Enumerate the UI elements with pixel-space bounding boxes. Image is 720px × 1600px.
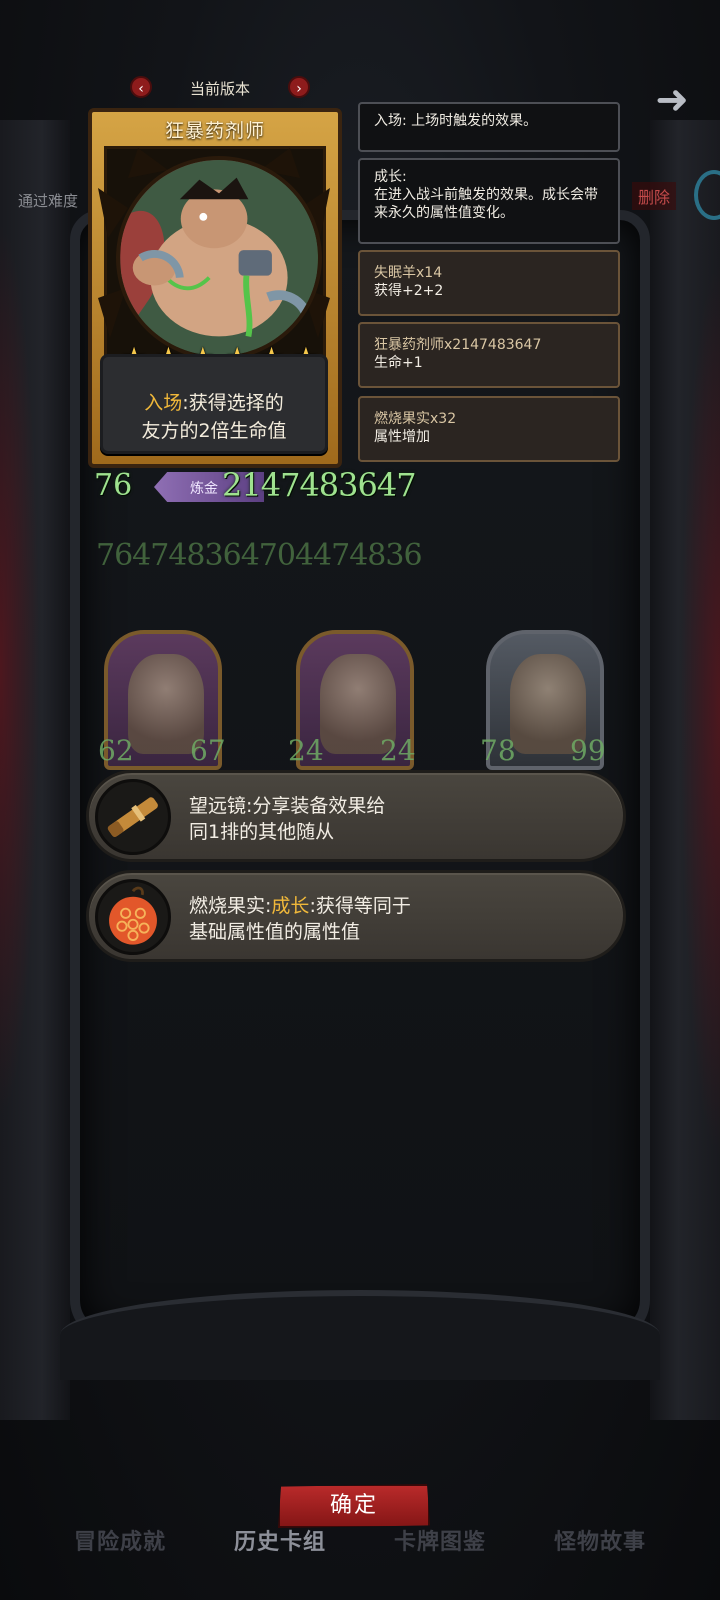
minion-attack: 24 [288, 734, 324, 767]
card-desc-keyword: 入场 [144, 392, 183, 414]
card-description: 入场:获得选择的 友方的2倍生命值 [103, 389, 325, 445]
card-desc-line2: 友方的2倍生命值 [141, 420, 287, 442]
minion-health: 24 [380, 734, 416, 767]
version-selector: ‹ 当前版本 › [130, 76, 310, 100]
buff-effect: 获得+2+2 [374, 283, 444, 299]
equipment-desc-line2: 基础属性值的属性值 [189, 921, 361, 943]
equipment-name: 燃烧果实 [189, 895, 266, 917]
equipment-row[interactable]: 燃烧果实:成长:获得等同于 基础属性值的属性值 [86, 870, 626, 962]
right-red-glow [680, 260, 720, 1160]
burning-fruit-icon [95, 879, 171, 955]
equipment-row[interactable]: 望远镜:分享装备效果给 同1排的其他随从 [86, 770, 626, 862]
buff-source: 失眠羊x14 [374, 265, 443, 281]
card-health: 2147483647 [222, 466, 417, 504]
difficulty-label: 通过难度 [18, 192, 79, 210]
card-portrait [116, 156, 322, 360]
tooltip-title: 成长: [374, 169, 407, 185]
tooltip-text: 入场: 上场时触发的效果。 [374, 113, 538, 129]
minion-attack: 62 [98, 734, 134, 767]
left-red-glow [0, 220, 40, 1120]
card-description-box: 入场:获得选择的 友方的2倍生命值 [100, 354, 328, 454]
tooltip-entry: 入场: 上场时触发的效果。 [358, 102, 620, 152]
minion-attack: 78 [480, 734, 516, 767]
faded-stats-row: 764748364704474836 [96, 538, 423, 573]
tab-achievements[interactable]: 冒险成就 [74, 1524, 166, 1574]
equipment-desc-line1: :分享装备效果给 [246, 795, 386, 817]
minion-health: 99 [570, 734, 606, 767]
card-attack: 76 [94, 468, 133, 503]
equipment-keyword: 成长 [271, 895, 310, 917]
card-desc-line1: :获得选择的 [182, 392, 284, 414]
card-tag: 炼金 [190, 481, 218, 497]
buff-effect: 属性增加 [374, 429, 430, 445]
chevron-left-icon[interactable]: ‹ [130, 76, 152, 98]
tooltip-growth: 成长: 在进入战斗前触发的效果。成长会带来永久的属性值变化。 [358, 158, 620, 244]
tooltip-buff-sheep: 失眠羊x14 获得+2+2 [358, 250, 620, 316]
tab-history-deck[interactable]: 历史卡组 [234, 1524, 326, 1574]
equipment-description: 燃烧果实:成长:获得等同于 基础属性值的属性值 [189, 895, 411, 943]
buff-effect: 生命+1 [374, 355, 423, 371]
bottom-tabs: 冒险成就 历史卡组 卡牌图鉴 怪物故事 [0, 1524, 720, 1574]
buff-source: 燃烧果实x32 [374, 411, 457, 427]
card-name: 狂暴药剂师 [164, 120, 265, 142]
tooltip-buff-alchemist: 狂暴药剂师x2147483647 生命+1 [358, 322, 620, 388]
equipment-description: 望远镜:分享装备效果给 同1排的其他随从 [189, 793, 609, 845]
minion-health: 67 [190, 734, 226, 767]
equipment-desc-line1: :获得等同于 [309, 895, 411, 917]
telescope-icon [95, 779, 171, 855]
confirm-button[interactable]: 确定 [278, 1484, 430, 1528]
buff-source: 狂暴药剂师x2147483647 [374, 337, 542, 353]
tooltip-buff-fruit: 燃烧果实x32 属性增加 [358, 396, 620, 462]
panel-bottom-arch [60, 1290, 660, 1380]
tab-card-gallery[interactable]: 卡牌图鉴 [394, 1524, 486, 1574]
version-label: 当前版本 [189, 80, 250, 98]
equipment-name: 望远镜 [189, 795, 247, 817]
tab-monster-story[interactable]: 怪物故事 [554, 1524, 646, 1574]
chevron-right-icon[interactable]: › [288, 76, 310, 98]
equipment-desc-line2: 同1排的其他随从 [189, 821, 335, 843]
tooltip-text: 在进入战斗前触发的效果。成长会带来永久的属性值变化。 [374, 187, 598, 221]
arrow-left-icon[interactable]: ➜ [650, 80, 694, 120]
delete-button[interactable]: 删除 [632, 182, 677, 210]
